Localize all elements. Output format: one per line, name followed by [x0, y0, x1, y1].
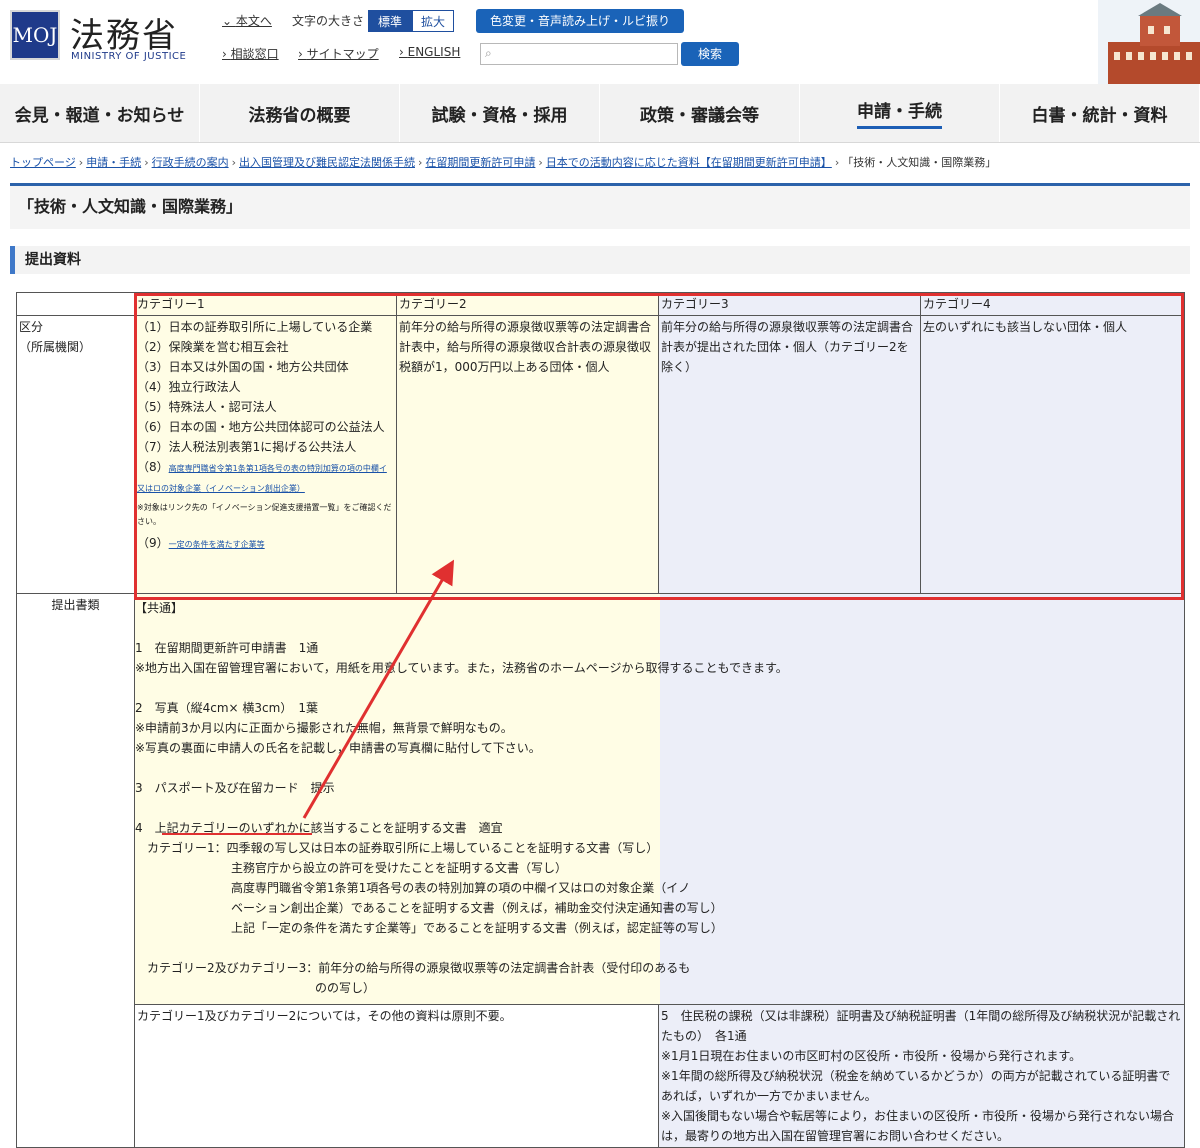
site-title[interactable]: 法務省: [70, 8, 178, 57]
breadcrumb-item[interactable]: トップページ: [10, 156, 76, 169]
innovation-company-link[interactable]: 高度専門職省令第1条第1項各号の表の特別加算の項の中欄イ又はロの対象企業（イノベ…: [137, 464, 387, 493]
nav-whitepapers[interactable]: 白書・統計・資料: [1000, 84, 1200, 142]
global-nav: 会見・報道・お知らせ 法務省の概要 試験・資格・採用 政策・審議会等 申請・手続…: [0, 84, 1200, 143]
skip-to-content-link[interactable]: ⌄ 本文へ: [222, 12, 272, 29]
sitemap-link[interactable]: › サイトマップ: [298, 45, 379, 62]
breadcrumb-item[interactable]: 日本での活動内容に応じた資料【在留期間更新許可申請】: [546, 156, 832, 169]
breadcrumb-item[interactable]: 行政手続の案内: [152, 156, 229, 169]
cat1-item: （4）独立行政法人: [137, 380, 241, 394]
cat1-item: （2）保険業を営む相互会社: [137, 340, 289, 354]
site-header: MOJ 法務省 MINISTRY OF JUSTICE ⌄ 本文へ 文字の大きさ…: [0, 0, 1200, 85]
font-size-label: 文字の大きさ: [292, 14, 365, 28]
cat1-note: ※対象はリンク先の「イノベーション促進支援措置一覧」をご確認ください。: [137, 503, 392, 526]
cat1-item: （1）日本の証券取引所に上場している企業: [137, 320, 373, 334]
cat1-item: （3）日本又は外国の国・地方公共団体: [137, 360, 349, 374]
search-icon: ⌕: [485, 46, 492, 60]
site-subtitle: MINISTRY OF JUSTICE: [71, 51, 187, 62]
nav-applications[interactable]: 申請・手続: [800, 84, 1000, 142]
category-2-header: カテゴリー2: [396, 292, 659, 316]
page-title: 「技術・人文知識・国際業務」: [10, 183, 1190, 229]
font-standard-button[interactable]: 標準: [368, 10, 412, 32]
tax-certificate-cell: 5 住民税の課税（又は非課税）証明書及び納税証明書（1年間の総所得及び納税状況が…: [658, 1004, 1185, 1148]
search-button[interactable]: 検索: [681, 42, 739, 66]
category-underline: [162, 833, 312, 835]
classification-label: 区分 （所属機関）: [16, 315, 135, 594]
category-1-header: カテゴリー1: [134, 292, 397, 316]
section-title: 提出資料: [10, 246, 1190, 274]
cat1-item: （5）特殊法人・認可法人: [137, 400, 277, 414]
search-input[interactable]: ⌕: [480, 43, 678, 65]
category-3-cell: 前年分の給与所得の源泉徴収票等の法定調書合計表が提出された団体・個人（カテゴリー…: [658, 315, 921, 594]
nav-policy[interactable]: 政策・審議会等: [600, 84, 800, 142]
certain-conditions-link[interactable]: 一定の条件を満たす企業等: [169, 540, 265, 549]
breadcrumb-item[interactable]: 在留期間更新許可申請: [425, 156, 535, 169]
table-corner: [16, 292, 135, 316]
cat1-item: （7）法人税法別表第1に掲げる公共法人: [137, 440, 357, 454]
breadcrumb-item[interactable]: 申請・手続: [86, 156, 141, 169]
category-4-cell: 左のいずれにも該当しない団体・個人: [920, 315, 1185, 594]
ministry-logo[interactable]: MOJ: [10, 10, 60, 60]
category-3-header: カテゴリー3: [658, 292, 921, 316]
cat1-item-9: （9）一定の条件を満たす企業等: [137, 536, 265, 550]
consultation-link[interactable]: › 相談窓口: [222, 45, 279, 62]
common-documents-text: 【共通】 1 在留期間更新許可申請書 1通 ※地方出入国在留管理官署において，用…: [135, 601, 788, 995]
accessibility-button[interactable]: 色変更・音声読み上げ・ルビ振り: [476, 9, 684, 33]
requirements-table: カテゴリー1 カテゴリー2 カテゴリー3 カテゴリー4 区分 （所属機関） （1…: [16, 292, 1185, 1148]
nav-about[interactable]: 法務省の概要: [200, 84, 400, 142]
font-large-button[interactable]: 拡大: [412, 10, 454, 32]
cat1-item-8: （8）高度専門職省令第1条第1項各号の表の特別加算の項の中欄イ又はロの対象企業（…: [137, 460, 387, 493]
breadcrumb-item[interactable]: 出入国管理及び難民認定法関係手続: [239, 156, 415, 169]
other-documents-cell: カテゴリー1及びカテゴリー2については，その他の資料は原則不要。: [134, 1004, 659, 1148]
nav-exams[interactable]: 試験・資格・採用: [400, 84, 600, 142]
documents-label: 提出書類: [16, 593, 135, 1148]
building-image: [1098, 0, 1200, 84]
breadcrumb: トップページ › 申請・手続 › 行政手続の案内 › 出入国管理及び難民認定法関係手続 › 在留…: [10, 156, 997, 169]
english-link[interactable]: › ENGLISH: [399, 45, 460, 59]
nav-press[interactable]: 会見・報道・お知らせ: [0, 84, 200, 142]
common-documents-cell: 【共通】 1 在留期間更新許可申請書 1通 ※地方出入国在留管理官署において，用…: [134, 593, 1185, 1005]
breadcrumb-current: 「技術・人文知識・国際業務」: [842, 156, 997, 169]
category-4-header: カテゴリー4: [920, 292, 1185, 316]
category-1-cell: （1）日本の証券取引所に上場している企業 （2）保険業を営む相互会社 （3）日本…: [134, 315, 397, 594]
cat1-item: （6）日本の国・地方公共団体認可の公益法人: [137, 420, 385, 434]
category-2-cell: 前年分の給与所得の源泉徴収票等の法定調書合計表中，給与所得の源泉徴収合計表の源泉…: [396, 315, 659, 594]
